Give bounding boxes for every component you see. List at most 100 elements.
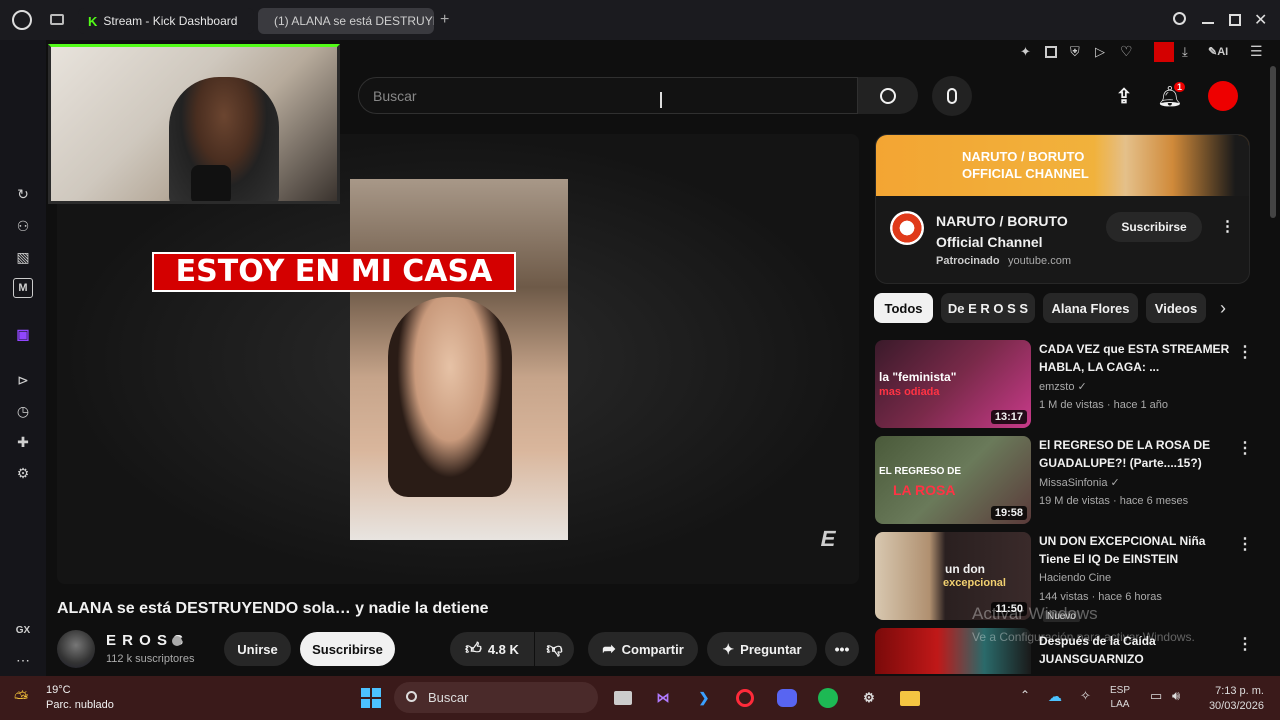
rec-meta: 144 vistas · hace 6 horas bbox=[1039, 591, 1162, 603]
video-frame bbox=[350, 179, 568, 540]
search-tabs-icon[interactable] bbox=[1173, 12, 1186, 25]
close-icon[interactable]: ✕ bbox=[1254, 10, 1267, 30]
like-count: 4.8 K bbox=[487, 641, 519, 657]
upload-button[interactable]: ⇪ bbox=[1104, 76, 1144, 116]
rec-channel-name: MissaSinfonia bbox=[1039, 477, 1108, 489]
join-button[interactable]: Unirse bbox=[224, 632, 291, 666]
channel-watermark: E bbox=[818, 526, 839, 551]
voice-search-button[interactable] bbox=[932, 76, 972, 116]
settings-gear-icon[interactable]: ⚙ bbox=[856, 686, 882, 710]
rec-title: UN DON EXCEPCIONAL Niña Tiene El IQ De E… bbox=[1039, 534, 1206, 566]
discord-icon[interactable] bbox=[774, 686, 800, 710]
date: 30/03/2026 bbox=[1208, 700, 1264, 712]
download-icon[interactable]: ⤓ bbox=[1182, 44, 1188, 60]
clock[interactable]: 7:13 p. m. 30/03/2026 bbox=[1198, 684, 1264, 714]
watermark-line2: Ve a Configuración para activar Windows. bbox=[972, 630, 1195, 644]
notes-icon[interactable]: ▧ bbox=[13, 247, 33, 267]
kebab-menu-icon[interactable]: ⋮ bbox=[1237, 438, 1253, 458]
list-item[interactable]: EL REGRESO DE LA ROSA 19:58 El REGRESO D… bbox=[875, 436, 1255, 526]
search-icon bbox=[880, 87, 896, 104]
folder-icon[interactable] bbox=[897, 686, 923, 710]
thumb-text: un don bbox=[945, 562, 985, 576]
share-label: Compartir bbox=[621, 641, 684, 657]
robot-icon[interactable]: ⚇ bbox=[13, 216, 33, 236]
dislike-button[interactable]: 👎︎ bbox=[535, 632, 574, 666]
twitch-icon[interactable]: ▣ bbox=[13, 324, 33, 344]
microphone-icon bbox=[947, 88, 957, 104]
kebab-menu-icon[interactable]: ⋮ bbox=[1237, 534, 1253, 554]
ad-banner: NARUTO / BORUTO OFFICIAL CHANNEL bbox=[876, 135, 1249, 196]
windows-start-icon[interactable] bbox=[358, 686, 384, 710]
thumb-text: la "feminista" bbox=[879, 370, 957, 384]
new-tab-icon[interactable]: + bbox=[440, 11, 449, 29]
avatar[interactable] bbox=[1208, 81, 1238, 111]
extensions-icon[interactable]: ✚ bbox=[13, 432, 33, 452]
watermark-line1: Activar Windows bbox=[972, 604, 1098, 623]
channel-avatar[interactable] bbox=[57, 630, 95, 668]
rec-channel: emzsto ✓ bbox=[1039, 380, 1087, 393]
chevron-right-icon[interactable]: › bbox=[1220, 298, 1226, 319]
share-button[interactable]: ➦ Compartir bbox=[588, 632, 698, 666]
notifications-button[interactable]: 🔔︎ 1 bbox=[1150, 76, 1190, 116]
volume-icon[interactable]: 🔊︎ bbox=[1172, 688, 1180, 704]
sparkle-icon: ✦ bbox=[722, 640, 735, 657]
bluetooth-icon[interactable]: ✧ bbox=[1080, 688, 1091, 704]
opera-menu-icon[interactable] bbox=[12, 10, 32, 30]
maximize-icon[interactable] bbox=[1229, 14, 1241, 26]
menu-icon[interactable]: ☰ bbox=[1250, 43, 1263, 60]
shield-icon[interactable]: ⛨ bbox=[1070, 44, 1080, 60]
sponsored-ad-card[interactable]: NARUTO / BORUTO OFFICIAL CHANNEL NARUTO … bbox=[875, 134, 1250, 284]
file-explorer-window-icon[interactable] bbox=[610, 686, 636, 710]
chip-all[interactable]: Todos bbox=[874, 293, 933, 323]
text-cursor-icon bbox=[660, 92, 662, 108]
pin-icon[interactable]: ✦ bbox=[1020, 44, 1031, 60]
spotify-icon[interactable] bbox=[815, 686, 841, 710]
gx-label[interactable]: GX bbox=[13, 620, 33, 640]
ad-sponsored-label: Patrocinado bbox=[936, 255, 1000, 267]
video-title: ALANA se está DESTRUYENDO sola… y nadie … bbox=[57, 600, 489, 617]
heart-icon[interactable]: ♡ bbox=[1120, 43, 1133, 60]
visual-studio-icon[interactable]: ⋈ bbox=[650, 686, 676, 710]
chevron-up-icon[interactable]: ⌃ bbox=[1020, 688, 1030, 702]
settings-icon[interactable]: ⚙ bbox=[13, 463, 33, 483]
chip-channel[interactable]: De E R O S S bbox=[941, 293, 1035, 323]
webcam-overlay bbox=[48, 44, 340, 204]
network-icon[interactable]: ▭ bbox=[1150, 688, 1162, 704]
tab-youtube-video[interactable]: (1) ALANA se está DESTRUYENDO sola bbox=[258, 8, 434, 34]
search-button[interactable] bbox=[858, 77, 918, 114]
snapshot-icon[interactable] bbox=[1045, 46, 1057, 58]
opera-gx-icon[interactable] bbox=[732, 686, 758, 710]
ask-button[interactable]: ✦ Preguntar bbox=[707, 632, 817, 666]
more-actions-button[interactable]: ••• bbox=[825, 632, 859, 666]
extension-red-icon[interactable] bbox=[1154, 42, 1174, 62]
weather-cloud-icon: ⛅︎ bbox=[14, 688, 29, 708]
kebab-menu-icon[interactable]: ⋮ bbox=[1237, 342, 1253, 362]
taskbar-search[interactable]: Buscar bbox=[394, 682, 598, 713]
tab-kick-dashboard[interactable]: K Stream - Kick Dashboard bbox=[78, 8, 254, 34]
player-icon[interactable]: ⊳ bbox=[13, 370, 33, 390]
search-input[interactable]: Buscar bbox=[358, 77, 858, 114]
tab-switcher-icon[interactable] bbox=[50, 14, 64, 25]
notification-count-badge: 1 bbox=[1174, 82, 1186, 92]
page-scrollbar[interactable] bbox=[1270, 66, 1276, 218]
more-icon[interactable]: ⋯ bbox=[13, 650, 33, 670]
like-button[interactable]: 👍︎ 4.8 K bbox=[450, 632, 534, 666]
chip-videos[interactable]: Videos bbox=[1146, 293, 1206, 323]
ai-icon[interactable]: ✎AI bbox=[1208, 45, 1228, 58]
ad-subscribe-button[interactable]: Suscribirse bbox=[1106, 212, 1202, 242]
kebab-menu-icon[interactable]: ⋮ bbox=[1237, 634, 1253, 654]
play-icon[interactable]: ▷ bbox=[1095, 44, 1105, 60]
minimize-icon[interactable] bbox=[1202, 22, 1214, 24]
subscribe-button[interactable]: Suscribirse bbox=[300, 632, 395, 666]
onedrive-icon[interactable]: ☁︎ bbox=[1048, 688, 1062, 705]
language-indicator[interactable]: ESP LAA bbox=[1110, 684, 1130, 712]
weather-widget[interactable]: ⛅︎ 19°C Parc. nublado bbox=[14, 682, 124, 716]
clock-icon[interactable]: ◷ bbox=[13, 401, 33, 421]
list-item[interactable]: la "feminista" mas odiada 13:17 CADA VEZ… bbox=[875, 340, 1255, 430]
lang-line2: LAA bbox=[1110, 699, 1130, 710]
history-arrow-icon[interactable]: ↻ bbox=[13, 184, 33, 204]
vscode-icon[interactable]: ❯ bbox=[691, 686, 717, 710]
ad-menu-icon[interactable]: ⋮ bbox=[1220, 217, 1235, 235]
m-app-icon[interactable]: M bbox=[13, 278, 33, 298]
chip-alana[interactable]: Alana Flores bbox=[1043, 293, 1138, 323]
